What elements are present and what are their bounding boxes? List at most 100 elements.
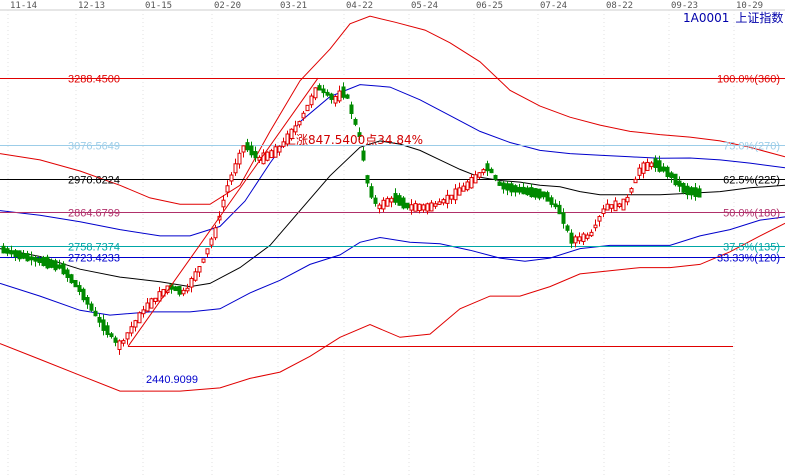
candle	[221, 195, 226, 211]
candle	[397, 193, 402, 206]
candle	[661, 163, 666, 173]
lower-envelope-line	[0, 216, 785, 316]
candle	[173, 285, 178, 292]
candle	[677, 176, 682, 192]
level-value-label: 2864.6799	[68, 208, 120, 220]
candle	[405, 202, 410, 210]
date-label: 01-15	[145, 1, 172, 11]
candle	[681, 182, 686, 195]
candle	[545, 190, 550, 202]
candle	[97, 313, 102, 328]
candle	[137, 311, 142, 324]
instrument-title: 1A0001 上证指数	[683, 10, 783, 25]
candle	[605, 199, 610, 211]
candle	[297, 120, 302, 128]
candle	[377, 202, 382, 214]
candle	[365, 174, 370, 188]
candle	[321, 84, 326, 98]
candle	[101, 314, 106, 336]
candle	[229, 172, 234, 185]
candle	[177, 286, 182, 297]
instrument-name: 上证指数	[735, 10, 783, 25]
date-label: 07-24	[540, 1, 567, 11]
candle	[477, 171, 482, 180]
candle	[629, 187, 634, 195]
candle	[625, 194, 630, 206]
candle	[513, 184, 518, 197]
candle	[541, 191, 546, 200]
candle	[233, 158, 238, 176]
level-value-label: 2970.6224	[68, 175, 120, 187]
candle	[573, 234, 578, 248]
candle	[617, 202, 622, 209]
fib-levels-layer: 3288.4500 100.0%(360) 3076.5649 75.0%(270) 2…	[0, 74, 785, 347]
candle	[421, 203, 426, 213]
candle	[645, 158, 650, 171]
date-label: 10-29	[736, 1, 763, 11]
candle	[249, 141, 254, 158]
chart-container: 11-14 12-13 01-15 02-20 03-21 04-22 05-24 06-25…	[0, 0, 785, 475]
candle	[193, 268, 198, 282]
candle	[437, 198, 442, 205]
candle	[373, 194, 378, 207]
candle	[181, 287, 186, 297]
candle	[45, 254, 50, 270]
candle	[533, 187, 538, 200]
candle	[57, 259, 62, 270]
bands-layer	[0, 15, 785, 392]
candle	[505, 180, 510, 196]
date-label: 04-22	[346, 1, 373, 11]
candle	[489, 167, 494, 174]
candle	[453, 184, 458, 204]
date-label: 05-24	[411, 1, 438, 11]
candle	[269, 148, 274, 159]
candle	[685, 183, 690, 200]
candle	[317, 83, 322, 91]
candle	[129, 321, 134, 337]
candle	[13, 249, 18, 262]
candle	[593, 219, 598, 232]
candle	[105, 322, 110, 338]
candle	[401, 196, 406, 210]
candle	[385, 196, 390, 207]
candlestick-chart: 11-14 12-13 01-15 02-20 03-21 04-22 05-24 06-25…	[0, 1, 785, 475]
candle	[673, 173, 678, 187]
candle	[69, 273, 74, 284]
candle	[417, 203, 422, 214]
candle	[669, 171, 674, 183]
date-label: 09-23	[671, 1, 698, 11]
candle	[89, 301, 94, 312]
candle	[305, 104, 310, 112]
candle	[85, 295, 90, 309]
candle	[689, 186, 694, 200]
date-label: 08-22	[606, 1, 633, 11]
candle	[349, 101, 354, 119]
candle	[17, 250, 22, 262]
candle	[393, 188, 398, 205]
candle	[429, 200, 434, 212]
candle	[461, 182, 466, 192]
candle	[369, 183, 374, 200]
candle	[5, 246, 10, 257]
candle	[469, 174, 474, 189]
level-percent-label: 100.0%(360)	[717, 74, 780, 86]
candle	[189, 276, 194, 293]
candle	[1, 243, 6, 254]
candle	[313, 87, 318, 101]
candle	[9, 245, 14, 258]
candle	[113, 335, 118, 347]
candle	[237, 149, 242, 169]
candle	[329, 92, 334, 104]
candle	[433, 200, 438, 209]
candle	[205, 248, 210, 258]
candle	[389, 196, 394, 208]
candle	[473, 170, 478, 184]
candle	[201, 258, 206, 264]
date-label: 12-13	[78, 1, 105, 11]
date-label: 03-21	[280, 1, 307, 11]
candle	[73, 279, 78, 288]
candle	[697, 185, 702, 198]
candle	[133, 319, 138, 332]
candle	[449, 194, 454, 204]
level-percent-label: 50.0%(180)	[723, 208, 780, 220]
